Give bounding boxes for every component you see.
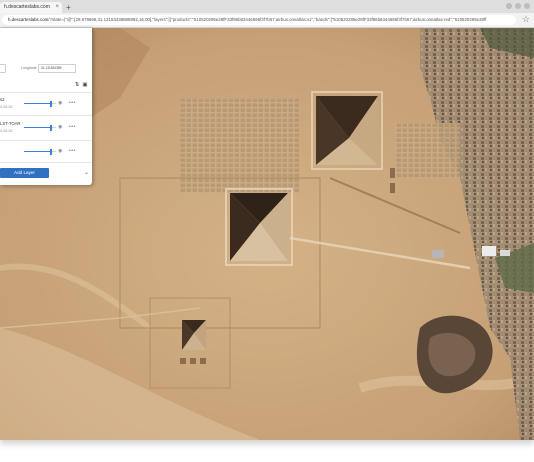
tab-label: h.descarteslabs.com (4, 4, 50, 10)
longitude-input[interactable]: 31.131534389 (38, 64, 76, 73)
opacity-slider[interactable] (24, 100, 56, 107)
address-bar: h.descarteslabs.com/?state={"@":[29.9796… (0, 13, 534, 28)
divider (0, 92, 92, 93)
url-host: h.descarteslabs.com (8, 17, 49, 22)
slider-thumb[interactable] (50, 148, 53, 155)
layers-panel: Longitude 31.131534389 ⇅ ▣ s2 9-08-28 ◉ … (0, 28, 92, 185)
more-options-icon[interactable]: ••• (69, 100, 76, 106)
layer-name: LST-TOAR (0, 121, 21, 126)
opacity-slider[interactable] (24, 124, 56, 131)
slider-fill (24, 103, 52, 104)
visibility-eye-icon[interactable]: ◉ (58, 148, 62, 154)
divider (0, 162, 92, 163)
layer-date: 9-08-28 (0, 129, 13, 133)
longitude-label: Longitude (21, 66, 37, 70)
slider-fill (24, 127, 52, 128)
visibility-eye-icon[interactable]: ◉ (58, 100, 62, 106)
slider-thumb[interactable] (50, 100, 53, 107)
add-layer-button[interactable]: Add Layer (0, 168, 49, 178)
divider (0, 140, 92, 141)
chevron-down-icon[interactable]: ⌄ (84, 169, 89, 176)
star-icon[interactable]: ☆ (522, 14, 530, 25)
third-pyramid (182, 320, 206, 350)
building (482, 246, 496, 256)
maximize-window-button[interactable] (515, 3, 521, 9)
tomb-field (395, 123, 460, 178)
great-pyramid (311, 91, 383, 170)
url-path: /?state={"@":[29.979668,31.1315343888889… (48, 17, 487, 22)
slider-thumb[interactable] (50, 124, 53, 131)
new-tab-button[interactable]: + (66, 2, 71, 13)
more-options-icon[interactable]: ••• (69, 148, 76, 154)
layer-name: s2 (0, 97, 5, 102)
building (500, 250, 510, 256)
close-tab-icon[interactable]: × (55, 2, 59, 13)
url-field[interactable]: h.descarteslabs.com/?state={"@":[29.9796… (2, 15, 516, 25)
browser-tab[interactable]: h.descarteslabs.com × (0, 2, 62, 13)
second-pyramid (225, 188, 293, 266)
layer-date: 9-08-28 (0, 105, 13, 109)
divider (0, 115, 92, 116)
minimize-window-button[interactable] (506, 3, 512, 9)
image-icon[interactable]: ▣ (82, 82, 88, 88)
building (432, 250, 444, 258)
slider-fill (24, 151, 52, 152)
latitude-input[interactable] (0, 64, 6, 73)
browser-window: h.descarteslabs.com × + h.descarteslabs.… (0, 0, 534, 440)
close-window-button[interactable] (524, 3, 530, 9)
tomb-field (180, 98, 300, 193)
filter-icon[interactable]: ⇅ (74, 82, 80, 88)
tab-strip: h.descarteslabs.com × + (0, 0, 534, 13)
visibility-eye-icon[interactable]: ◉ (58, 124, 62, 130)
opacity-slider[interactable] (24, 148, 56, 155)
more-options-icon[interactable]: ••• (69, 124, 76, 130)
